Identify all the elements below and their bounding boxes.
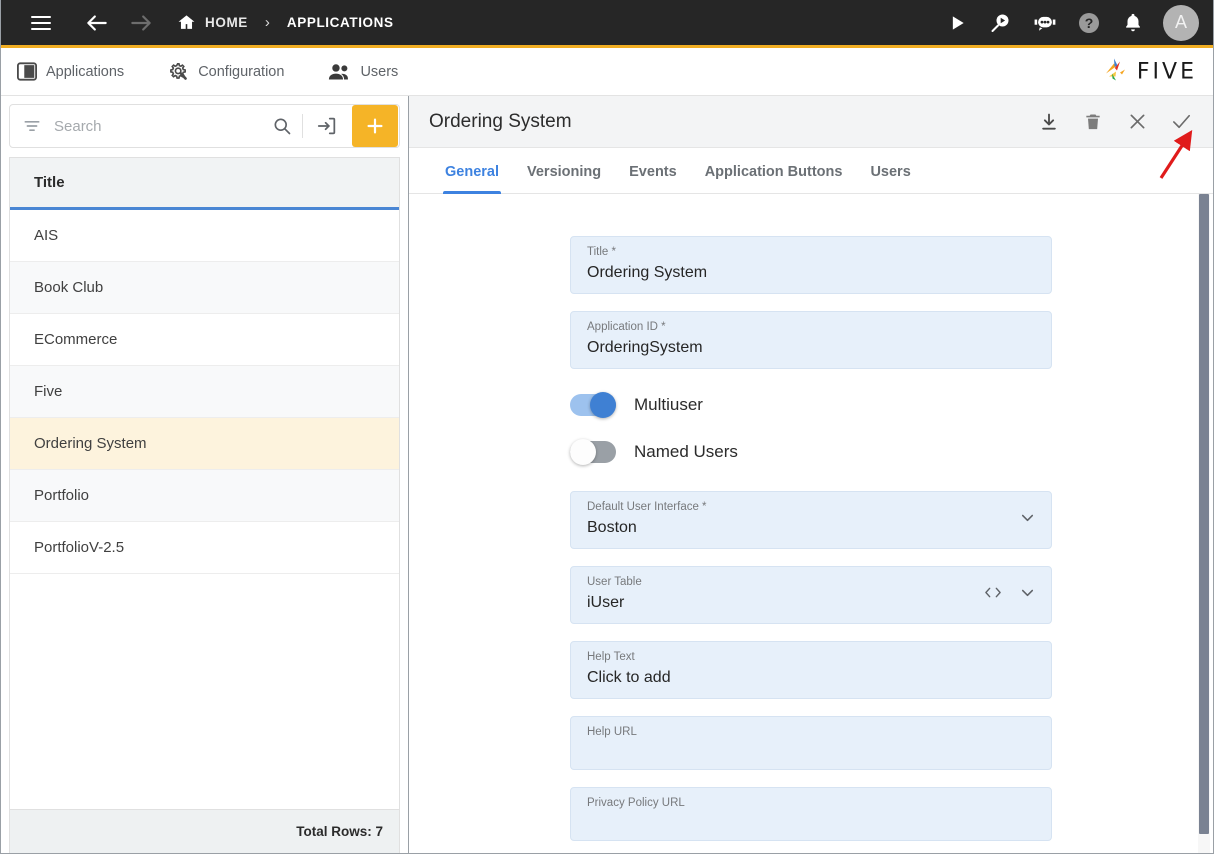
- toggle-knob: [590, 392, 616, 418]
- import-arrow-icon[interactable]: [303, 115, 351, 137]
- list-item[interactable]: PortfolioV-2.5: [10, 522, 399, 574]
- tab-events[interactable]: Events: [615, 164, 691, 193]
- toggle-row-named-users: Named Users: [570, 439, 1052, 465]
- field-label: Help URL: [587, 726, 637, 738]
- field-user-table[interactable]: User Table iUser: [570, 566, 1052, 624]
- brand-name: FIVE: [1136, 59, 1197, 84]
- tab-users[interactable]: Users: [856, 164, 924, 193]
- field-value: Boston: [587, 519, 637, 536]
- subnav-label-applications: Applications: [46, 63, 125, 80]
- subnav-item-users[interactable]: Users: [328, 62, 398, 81]
- arrow-forward-icon[interactable]: [119, 3, 163, 43]
- list-item[interactable]: Five: [10, 366, 399, 418]
- named-users-label: Named Users: [634, 442, 738, 461]
- subnav-label-users: Users: [360, 63, 399, 80]
- toggle-knob: [570, 439, 596, 465]
- save-check-icon[interactable]: [1159, 100, 1203, 144]
- notification-bell-icon[interactable]: [1111, 3, 1155, 43]
- field-label: User Table: [587, 576, 642, 588]
- brand-logo: FIVE: [1100, 54, 1197, 89]
- field-application-id[interactable]: Application ID * OrderingSystem: [570, 311, 1052, 369]
- total-rows-label: Total Rows: 7: [9, 809, 400, 853]
- search-input[interactable]: [54, 117, 262, 135]
- five-mark-icon: [1100, 54, 1130, 89]
- page-title: Ordering System: [429, 110, 572, 132]
- general-form: Title * Ordering System Application ID *…: [409, 194, 1213, 853]
- subnav-item-applications[interactable]: Applications: [17, 62, 124, 81]
- chevron-down-icon[interactable]: [1018, 583, 1037, 607]
- toggle-row-multiuser: Multiuser: [570, 392, 1052, 418]
- field-label: Default User Interface *: [587, 501, 707, 513]
- form-scroll-area: Title * Ordering System Application ID *…: [409, 194, 1213, 853]
- breadcrumb-home-label[interactable]: HOME: [205, 15, 248, 30]
- hamburger-menu-icon[interactable]: [19, 3, 63, 43]
- field-privacy-policy-url[interactable]: Privacy Policy URL: [570, 787, 1052, 841]
- svg-text:?: ?: [1085, 15, 1094, 31]
- application-window: HOME › APPLICATIONS ? A Applications Con…: [0, 0, 1214, 854]
- scrollbar-thumb[interactable]: [1199, 194, 1209, 834]
- list-rows: AIS Book Club ECommerce Five Ordering Sy…: [10, 210, 399, 809]
- play-icon[interactable]: [935, 3, 979, 43]
- field-help-text[interactable]: Help Text Click to add: [570, 641, 1052, 699]
- tab-application-buttons[interactable]: Application Buttons: [691, 164, 857, 193]
- detail-panel: Ordering System General Versioning Event…: [409, 96, 1213, 853]
- search-play-icon[interactable]: [979, 3, 1023, 43]
- search-icon[interactable]: [262, 116, 302, 136]
- multiuser-label: Multiuser: [634, 395, 703, 414]
- named-users-toggle[interactable]: [570, 439, 616, 465]
- delete-trash-icon[interactable]: [1071, 100, 1115, 144]
- field-value: Ordering System: [587, 264, 708, 281]
- left-list-panel: Title AIS Book Club ECommerce Five Order…: [1, 96, 409, 853]
- tab-general[interactable]: General: [431, 164, 513, 194]
- list-item[interactable]: ECommerce: [10, 314, 399, 366]
- secondary-navigation-bar: Applications Configuration Users FIVE: [1, 48, 1213, 96]
- users-icon: [328, 62, 351, 81]
- download-icon[interactable]: [1027, 100, 1071, 144]
- field-value: iUser: [587, 594, 625, 611]
- chevron-right-icon: ›: [264, 14, 270, 31]
- subnav-label-configuration: Configuration: [198, 63, 285, 80]
- list-item[interactable]: Book Club: [10, 262, 399, 314]
- home-icon[interactable]: [177, 13, 196, 32]
- filter-icon[interactable]: [10, 116, 54, 136]
- list-item[interactable]: AIS: [10, 210, 399, 262]
- chat-bot-icon[interactable]: [1023, 3, 1067, 43]
- form-scrollbar[interactable]: [1198, 194, 1210, 853]
- detail-toolbar: [1027, 100, 1203, 144]
- field-label: Privacy Policy URL: [587, 797, 685, 809]
- add-record-button[interactable]: [352, 105, 398, 147]
- breadcrumb: HOME › APPLICATIONS: [177, 13, 394, 32]
- code-brackets-icon[interactable]: [983, 585, 1003, 606]
- field-title[interactable]: Title * Ordering System: [570, 236, 1052, 294]
- applications-list: Title AIS Book Club ECommerce Five Order…: [9, 157, 400, 809]
- list-column-header[interactable]: Title: [10, 158, 399, 210]
- detail-tabs: General Versioning Events Application Bu…: [409, 148, 1213, 194]
- help-circle-icon[interactable]: ?: [1067, 3, 1111, 43]
- chevron-down-icon[interactable]: [1018, 508, 1037, 532]
- field-default-user-interface[interactable]: Default User Interface * Boston: [570, 491, 1052, 549]
- list-item-selected[interactable]: Ordering System: [10, 418, 399, 470]
- field-value: OrderingSystem: [587, 339, 703, 356]
- applications-panel-icon: [17, 62, 37, 81]
- top-navigation-bar: HOME › APPLICATIONS ? A: [1, 0, 1213, 48]
- close-x-icon[interactable]: [1115, 100, 1159, 144]
- field-label: Application ID *: [587, 321, 666, 333]
- field-value: Click to add: [587, 669, 671, 686]
- gear-wrench-icon: [168, 61, 189, 82]
- tab-versioning[interactable]: Versioning: [513, 164, 615, 193]
- subnav-item-configuration[interactable]: Configuration: [168, 61, 284, 82]
- field-label: Title *: [587, 246, 616, 258]
- multiuser-toggle[interactable]: [570, 392, 616, 418]
- arrow-back-icon[interactable]: [75, 3, 119, 43]
- detail-header: Ordering System: [409, 96, 1213, 148]
- main-body: Title AIS Book Club ECommerce Five Order…: [1, 96, 1213, 853]
- list-item[interactable]: Portfolio: [10, 470, 399, 522]
- breadcrumb-current-label: APPLICATIONS: [286, 15, 394, 30]
- field-label: Help Text: [587, 651, 635, 663]
- field-help-url[interactable]: Help URL: [570, 716, 1052, 770]
- avatar[interactable]: A: [1163, 4, 1199, 41]
- search-bar: [9, 104, 400, 148]
